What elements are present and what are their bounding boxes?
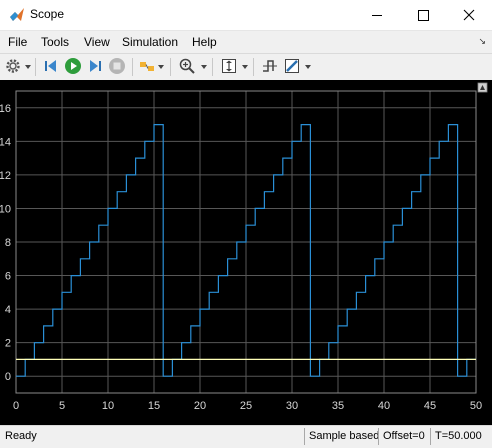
stop-icon[interactable] — [108, 57, 126, 75]
x-tick-label: 15 — [148, 400, 160, 412]
y-tick-label: 12 — [0, 170, 11, 182]
y-tick-label: 8 — [5, 237, 11, 249]
toolbar-separator — [132, 58, 133, 76]
x-tick-label: 0 — [13, 400, 19, 412]
close-icon — [463, 9, 475, 21]
simulation-time: T=50.000 — [430, 428, 492, 445]
menu-bar: File Tools View Simulation Help ↘ — [0, 31, 492, 53]
x-tick-label: 50 — [470, 400, 482, 412]
x-tick-label: 40 — [378, 400, 390, 412]
x-tick-label: 45 — [424, 400, 436, 412]
y-tick-label: 2 — [5, 338, 11, 350]
menu-help[interactable]: Help — [192, 35, 217, 49]
window-title: Scope — [30, 7, 65, 21]
title-bar: Scope — [0, 0, 492, 31]
matlab-icon — [10, 8, 24, 21]
scale-axes-icon[interactable] — [220, 57, 238, 75]
status-bar: Ready Sample based Offset=0 T=50.000 — [0, 425, 492, 448]
x-tick-label: 30 — [286, 400, 298, 412]
sampling-mode: Sample based — [304, 428, 380, 445]
maximize-icon — [418, 10, 429, 21]
settings-dropdown-arrow[interactable] — [25, 65, 31, 69]
toolbar-separator — [253, 58, 254, 76]
triggers-icon[interactable] — [261, 57, 279, 75]
x-tick-label: 5 — [59, 400, 65, 412]
highlight-dropdown-arrow[interactable] — [158, 65, 164, 69]
toolbar-separator — [35, 58, 36, 76]
y-tick-label: 10 — [0, 203, 11, 215]
scale-dropdown-arrow[interactable] — [242, 65, 248, 69]
settings-icon[interactable] — [4, 57, 22, 75]
time-offset: Offset=0 — [378, 428, 430, 445]
x-tick-label: 25 — [240, 400, 252, 412]
style-icon[interactable] — [283, 57, 301, 75]
highlight-icon[interactable] — [138, 57, 156, 75]
menu-view[interactable]: View — [84, 35, 110, 49]
scope-display[interactable]: 0 5 10 15 20 25 30 35 40 45 50 0 2 4 6 8 10 12 14 16 — [0, 80, 492, 425]
y-tick-label: 16 — [0, 103, 11, 115]
scope-plot[interactable]: 0 5 10 15 20 25 30 35 40 45 50 0 2 4 6 8 10 12 14 16 — [0, 80, 492, 425]
minimize-button[interactable] — [354, 0, 400, 30]
style-dropdown-arrow[interactable] — [305, 65, 311, 69]
x-tick-label: 20 — [194, 400, 206, 412]
x-tick-label: 10 — [102, 400, 114, 412]
run-icon[interactable] — [64, 57, 82, 75]
zoom-dropdown-arrow[interactable] — [201, 65, 207, 69]
y-tick-label: 6 — [5, 271, 11, 283]
undock-arrow-icon[interactable]: ↘ — [478, 36, 486, 47]
toolbar-separator — [170, 58, 171, 76]
maximize-button[interactable] — [400, 0, 446, 30]
menu-file[interactable]: File — [8, 35, 27, 49]
step-back-icon[interactable] — [42, 57, 60, 75]
zoom-in-icon[interactable] — [178, 57, 196, 75]
minimize-icon — [372, 15, 382, 16]
y-tick-label: 4 — [5, 304, 11, 316]
y-tick-label: 0 — [5, 371, 11, 383]
menu-tools[interactable]: Tools — [41, 35, 69, 49]
close-button[interactable] — [446, 0, 492, 30]
step-forward-icon[interactable] — [86, 57, 104, 75]
toolbar-separator — [212, 58, 213, 76]
menu-simulation[interactable]: Simulation — [122, 35, 178, 49]
status-text: Ready — [5, 430, 37, 442]
x-tick-label: 35 — [332, 400, 344, 412]
y-tick-label: 14 — [0, 136, 11, 148]
toolbar — [0, 53, 492, 81]
